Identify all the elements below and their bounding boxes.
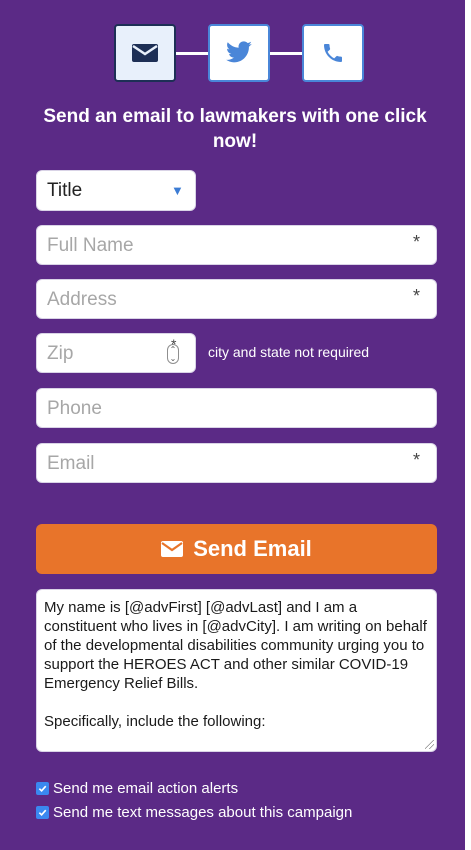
zip-placeholder: Zip	[47, 343, 74, 364]
required-mark: *	[412, 286, 420, 306]
address-placeholder: Address	[47, 289, 117, 310]
campaign-panel: Send an email to lawmakers with one clic…	[0, 0, 465, 850]
tab-email[interactable]	[114, 24, 176, 82]
zip-field[interactable]: Zip ⌃ ⌄ *	[36, 333, 196, 373]
zip-note: city and state not required	[208, 344, 370, 360]
tab-phone[interactable]	[302, 24, 364, 82]
phone-field[interactable]: Phone	[36, 388, 437, 428]
checkmark-icon	[38, 809, 47, 817]
headline: Send an email to lawmakers with one clic…	[43, 106, 427, 152]
address-field[interactable]: Address *	[36, 279, 437, 319]
title-select[interactable]: Title ▼	[36, 170, 196, 211]
required-mark: *	[412, 232, 420, 252]
email-field[interactable]: Email *	[36, 443, 437, 483]
email-alerts-label: Send me email action alerts	[53, 780, 239, 797]
email-placeholder: Email	[47, 453, 95, 474]
checkmark-icon	[38, 785, 47, 793]
twitter-icon	[226, 41, 252, 63]
required-mark: *	[171, 336, 177, 352]
phone-icon	[324, 44, 342, 62]
message-text: My name is [@advFirst] [@advLast] and I …	[44, 599, 427, 730]
envelope-icon	[161, 541, 184, 557]
send-email-label: Send Email	[193, 536, 312, 561]
full-name-field[interactable]: Full Name *	[36, 225, 437, 265]
send-email-button[interactable]: Send Email	[36, 524, 437, 574]
phone-placeholder: Phone	[47, 398, 102, 419]
email-alerts-checkbox[interactable]	[36, 782, 49, 795]
text-messages-label: Send me text messages about this campaig…	[53, 804, 353, 821]
channel-tabs	[114, 24, 364, 84]
text-messages-checkbox[interactable]	[36, 806, 49, 819]
email-alerts-option[interactable]: Send me email action alerts	[36, 780, 238, 797]
full-name-placeholder: Full Name	[47, 235, 134, 256]
message-textarea[interactable]: My name is [@advFirst] [@advLast] and I …	[36, 589, 437, 752]
tab-connector	[176, 52, 208, 55]
title-select-value: Title	[47, 180, 83, 201]
resize-grip[interactable]	[425, 740, 434, 749]
text-messages-option[interactable]: Send me text messages about this campaig…	[36, 804, 352, 821]
required-mark: *	[412, 450, 420, 470]
caret-down-icon: ▼	[171, 183, 184, 198]
tab-twitter[interactable]	[208, 24, 270, 82]
envelope-icon	[132, 44, 158, 62]
page-edge	[465, 0, 471, 850]
tab-connector	[270, 52, 302, 55]
